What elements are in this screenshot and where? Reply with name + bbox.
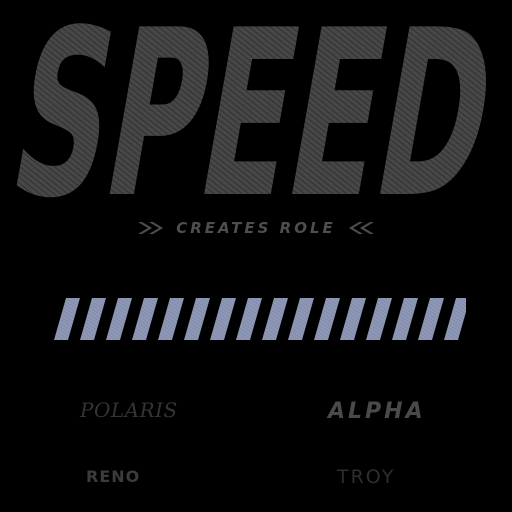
- stripe-bar: [50, 298, 466, 340]
- tagline: CREATES ROLE: [0, 212, 512, 244]
- brand-troy: TROY: [337, 466, 396, 488]
- stripe-segment: [210, 298, 236, 340]
- brand-alpha: ALPHA: [328, 399, 426, 424]
- stripe-segment: [106, 298, 132, 340]
- tagline-text: CREATES ROLE: [176, 219, 336, 237]
- stripe-segment: [314, 298, 340, 340]
- stripe-segment: [54, 298, 80, 340]
- stripe-segment: [236, 298, 262, 340]
- stripe-bar-graphic: [54, 298, 466, 340]
- stripe-segment: [288, 298, 314, 340]
- stripe-segment: [262, 298, 288, 340]
- double-chevron-right-icon: [138, 222, 164, 234]
- headline: SPEED: [0, 4, 512, 204]
- stripe-segment: [392, 298, 418, 340]
- poster-canvas: SPEED CREATES ROLE POLARIS ALPHA RENO TR…: [0, 0, 512, 512]
- stripe-segment: [184, 298, 210, 340]
- double-chevron-left-icon: [348, 222, 374, 234]
- stripe-segment: [158, 298, 184, 340]
- stripe-segment: [132, 298, 158, 340]
- stripe-segment: [418, 298, 444, 340]
- headline-graphic: SPEED: [0, 4, 512, 204]
- stripe-segment: [80, 298, 106, 340]
- headline-text: SPEED: [0, 4, 512, 204]
- stripe-segment: [444, 298, 466, 340]
- brand-polaris: POLARIS: [80, 398, 178, 422]
- stripe-segment: [340, 298, 366, 340]
- stripe-segment: [366, 298, 392, 340]
- brand-reno: RENO: [86, 467, 141, 486]
